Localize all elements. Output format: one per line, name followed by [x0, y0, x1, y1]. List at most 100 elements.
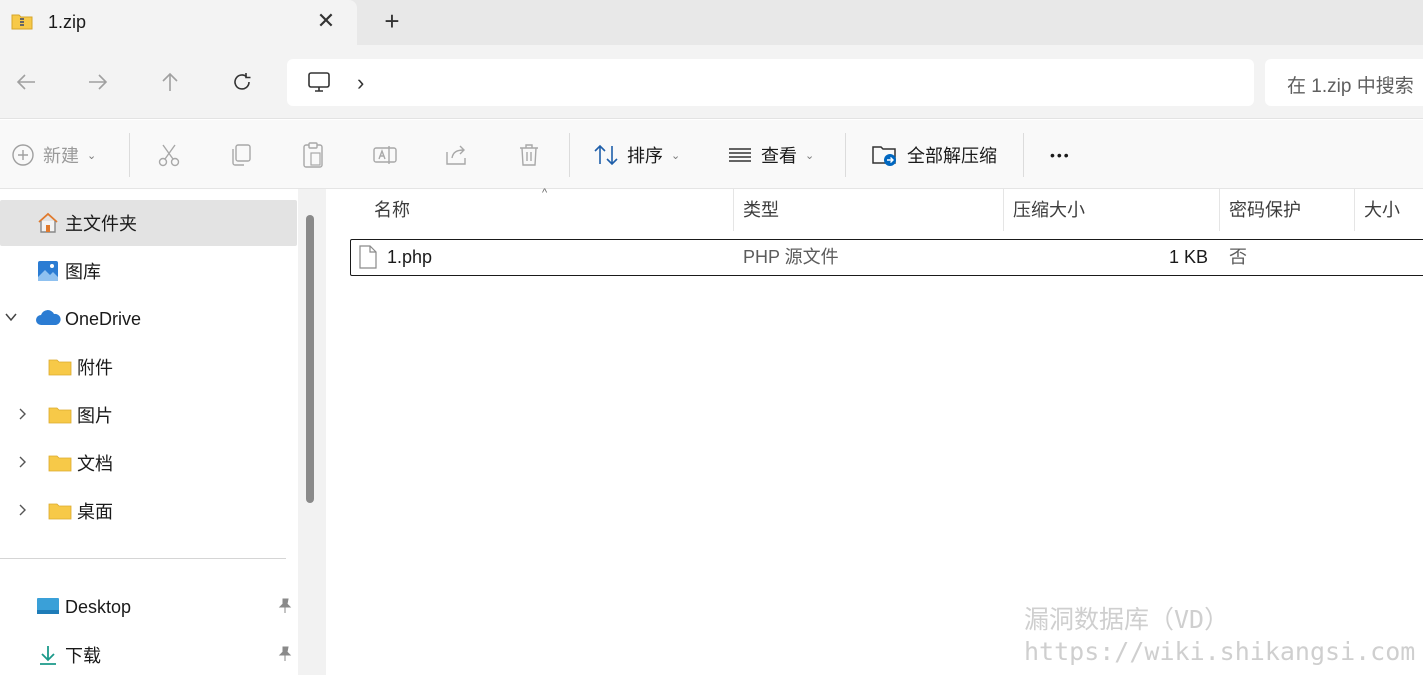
chevron-right-icon[interactable] — [16, 503, 28, 520]
new-label: 新建 — [43, 146, 79, 166]
more-icon: ••• — [1050, 147, 1071, 163]
add-circle-icon — [12, 144, 34, 166]
search-placeholder: 在 1.zip 中搜索 — [1287, 76, 1414, 97]
sidebar-label-folder: 文档 — [77, 454, 113, 474]
sidebar-item-folder[interactable]: 附件 — [0, 344, 297, 390]
folder-icon — [48, 453, 72, 478]
breadcrumb-chevron[interactable]: › — [357, 70, 364, 96]
rename-button[interactable] — [372, 140, 398, 170]
chevron-down-icon[interactable] — [4, 310, 18, 327]
up-button[interactable] — [155, 67, 185, 97]
address-bar[interactable]: › — [287, 59, 1254, 106]
forward-arrow-icon — [89, 74, 108, 90]
forward-button[interactable] — [83, 67, 113, 97]
chevron-right-icon[interactable] — [16, 455, 28, 472]
gallery-icon — [36, 259, 60, 288]
column-header-size[interactable]: 大小 — [1364, 189, 1400, 231]
cut-button[interactable] — [156, 140, 182, 170]
column-header-compressed-size[interactable]: 压缩大小 — [1013, 189, 1085, 231]
new-button[interactable]: 新建 ⌄ — [11, 140, 96, 170]
refresh-button[interactable] — [227, 67, 257, 97]
back-arrow-icon — [16, 74, 35, 90]
navigation-pane: 主文件夹 图库 OneDrive 附件 图片 文档 桌面 Desktop 下载 — [0, 189, 298, 675]
sidebar-scrollbar[interactable] — [298, 189, 326, 675]
sort-ascending-icon: ^ — [542, 187, 548, 199]
sidebar-item-folder[interactable]: 桌面 — [0, 488, 297, 534]
pin-icon[interactable] — [278, 646, 292, 665]
sidebar-item-downloads[interactable]: 下载 — [0, 632, 297, 675]
search-box[interactable]: 在 1.zip 中搜索 — [1265, 59, 1423, 106]
view-label: 查看 — [761, 146, 797, 166]
sort-label: 排序 — [627, 146, 663, 166]
trash-icon — [520, 144, 538, 166]
table-row[interactable]: 1.php PHP 源文件 1 KB 否 — [350, 239, 1423, 276]
tab-close-button[interactable]: ✕ — [313, 8, 339, 34]
extract-all-label: 全部解压缩 — [907, 146, 997, 166]
copy-button[interactable] — [228, 140, 254, 170]
sidebar-item-gallery[interactable]: 图库 — [0, 248, 297, 294]
column-divider[interactable] — [1003, 189, 1004, 231]
sidebar-label-folder: 附件 — [77, 358, 113, 378]
tab-title: 1.zip — [48, 12, 87, 32]
home-icon — [36, 211, 60, 240]
file-icon — [358, 245, 378, 274]
sidebar-label-gallery: 图库 — [65, 262, 101, 282]
view-list-icon — [729, 148, 751, 162]
delete-button[interactable] — [516, 140, 542, 170]
sidebar-label-folder: 桌面 — [77, 502, 113, 522]
column-header-name[interactable]: 名称 — [374, 189, 410, 231]
extract-all-button[interactable]: 全部解压缩 — [871, 140, 997, 170]
paste-icon — [303, 142, 323, 168]
sidebar-label-desktop: Desktop — [65, 596, 132, 617]
share-icon — [446, 145, 466, 165]
back-button[interactable] — [11, 67, 41, 97]
sidebar-item-desktop[interactable]: Desktop — [0, 584, 297, 630]
divider — [845, 133, 846, 177]
sidebar-item-home[interactable]: 主文件夹 — [0, 200, 297, 246]
divider — [129, 133, 130, 177]
more-options-button[interactable]: ••• — [1050, 140, 1071, 170]
column-header-password[interactable]: 密码保护 — [1229, 189, 1301, 231]
sidebar-label-downloads: 下载 — [65, 646, 101, 666]
scrollbar-thumb[interactable] — [306, 215, 314, 503]
share-button[interactable] — [444, 140, 470, 170]
copy-icon — [232, 144, 251, 166]
new-tab-button[interactable]: + — [378, 8, 406, 36]
tab-1zip[interactable]: 1.zip ✕ — [0, 0, 357, 45]
folder-icon — [48, 501, 72, 526]
sidebar-divider — [0, 558, 286, 559]
sort-button[interactable]: 排序 ⌄ — [593, 140, 680, 170]
folder-icon — [48, 405, 72, 430]
sidebar-label-onedrive: OneDrive — [65, 308, 142, 329]
zip-folder-icon — [11, 12, 33, 30]
chevron-down-icon: ⌄ — [671, 149, 681, 162]
sort-icon — [594, 144, 618, 166]
sidebar-item-folder[interactable]: 文档 — [0, 440, 297, 486]
tab-bar: 1.zip ✕ + — [0, 0, 1423, 45]
rename-icon — [373, 146, 397, 164]
cut-icon — [158, 144, 180, 167]
column-divider[interactable] — [1354, 189, 1355, 231]
file-type: PHP 源文件 — [743, 247, 839, 267]
chevron-right-icon[interactable] — [16, 407, 28, 424]
download-arrow-icon — [36, 643, 60, 672]
sidebar-item-onedrive[interactable]: OneDrive — [0, 296, 297, 342]
column-divider[interactable] — [1219, 189, 1220, 231]
onedrive-cloud-icon — [35, 309, 61, 332]
sidebar-item-folder[interactable]: 图片 — [0, 392, 297, 438]
watermark-line1: 漏洞数据库（VD） — [1024, 605, 1230, 634]
view-button[interactable]: 查看 ⌄ — [727, 140, 814, 170]
sidebar-label-home: 主文件夹 — [65, 214, 137, 234]
pin-icon[interactable] — [278, 598, 292, 617]
this-pc-icon — [307, 71, 331, 98]
paste-button[interactable] — [300, 140, 326, 170]
file-compressed-size: 1 KB — [1168, 247, 1208, 267]
watermark-line2: https://wiki.shikangsi.com — [1024, 637, 1416, 666]
column-header-type[interactable]: 类型 — [743, 189, 779, 231]
command-bar: 新建 ⌄ 排序 ⌄ 查看 ⌄ 全部解压缩 ••• — [0, 120, 1423, 189]
file-name: 1.php — [387, 247, 433, 267]
divider — [569, 133, 570, 177]
up-arrow-icon — [162, 72, 178, 91]
column-divider[interactable] — [733, 189, 734, 231]
desktop-icon — [36, 596, 60, 621]
